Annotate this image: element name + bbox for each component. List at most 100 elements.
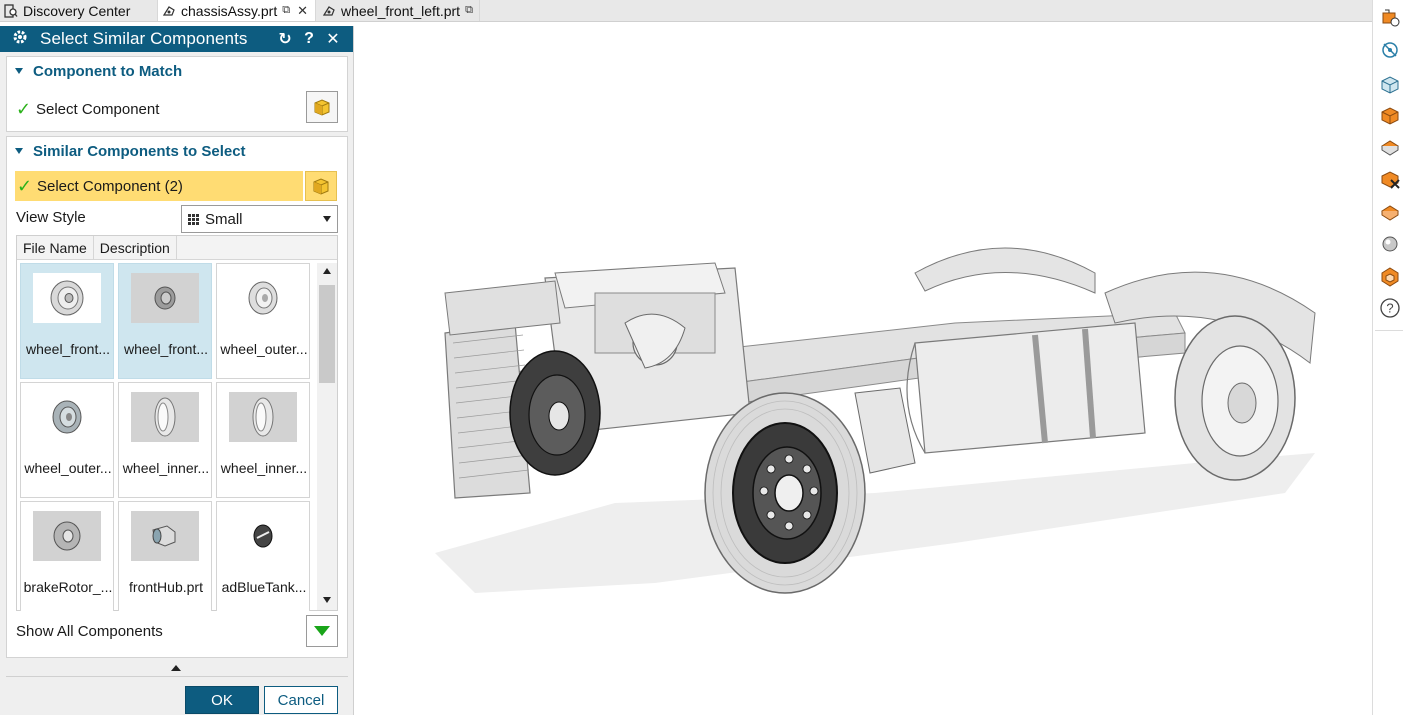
assembly-navigator-icon[interactable] (1378, 6, 1402, 30)
view-style-value: Small (205, 210, 243, 228)
select-component-label: Select Component (36, 100, 160, 118)
reset-icon[interactable]: ↻ (273, 29, 297, 49)
tab-label: chassisAssy.prt (181, 2, 278, 19)
scroll-down-arrow-icon[interactable] (323, 597, 331, 603)
select-component-active-row[interactable]: ✓ Select Component (2) (15, 171, 303, 201)
checkmark-icon: ✓ (16, 98, 32, 119)
column-file-name[interactable]: File Name (17, 236, 94, 259)
grid-view-icon (188, 213, 199, 225)
component-to-match-header[interactable]: Component to Match (7, 57, 347, 85)
component-cube-icon (314, 99, 330, 116)
constraint-navigator-icon[interactable] (1378, 38, 1402, 62)
hd3d-tools-icon[interactable] (1378, 135, 1402, 159)
select-component-row[interactable]: ✓ Select Component (16, 93, 316, 125)
component-thumbnail[interactable]: brakeRotor_... (20, 501, 114, 611)
component-thumbnail[interactable]: adBlueTank... (216, 501, 310, 611)
component-thumbnail[interactable]: wheel_outer... (20, 382, 114, 498)
component-preview-image (131, 273, 199, 323)
list-scrollbar[interactable] (317, 263, 337, 610)
tab-label: Discovery Center (23, 2, 131, 19)
component-preview-image (229, 273, 297, 323)
select-similar-component-button[interactable] (305, 171, 337, 201)
checkmark-icon: ✓ (17, 175, 33, 196)
reuse-library-icon[interactable] (1378, 103, 1402, 127)
tab-wheel-front-left[interactable]: wheel_front_left.prt ⧉ (316, 0, 480, 21)
component-file-name: wheel_outer... (24, 460, 112, 476)
select-component-button[interactable] (306, 91, 338, 123)
component-preview-image (131, 511, 199, 561)
system-materials-icon[interactable] (1378, 232, 1402, 256)
expand-triangle-icon (314, 626, 330, 636)
similar-components-group: Similar Components to Select ✓ Select Co… (6, 136, 348, 658)
column-description[interactable]: Description (94, 236, 177, 259)
chevron-down-icon (323, 216, 331, 222)
close-icon[interactable]: ✕ (321, 29, 345, 49)
component-file-name: brakeRotor_... (23, 579, 113, 595)
help-circle-icon[interactable]: ? (1378, 296, 1402, 320)
tab-label: wheel_front_left.prt (341, 2, 461, 19)
more-options-arrow-icon[interactable] (171, 665, 181, 671)
component-preview-image (33, 511, 101, 561)
dialog-title: Select Similar Components (40, 29, 248, 48)
show-all-components-button[interactable] (306, 615, 338, 647)
truck-chassis-model (435, 247, 1316, 594)
component-thumbnail[interactable]: wheel_inner... (118, 382, 212, 498)
component-file-name: adBlueTank... (221, 579, 307, 595)
component-file-name: wheel_outer... (220, 341, 308, 357)
view-style-label: View Style (16, 209, 86, 226)
resource-bar: ? (1372, 0, 1404, 715)
collapse-triangle-icon (15, 148, 23, 154)
component-preview-image (131, 392, 199, 442)
component-cube-icon (313, 178, 329, 195)
component-file-name: wheel_inner... (122, 460, 210, 476)
document-tab-bar: Discovery Center chassisAssy.prt ⧉ ✕ whe… (0, 0, 1372, 22)
scroll-up-arrow-icon[interactable] (323, 268, 331, 274)
role-icon[interactable] (1378, 167, 1402, 191)
gear-icon[interactable] (8, 29, 32, 50)
component-thumbnail[interactable]: frontHub.prt (118, 501, 212, 611)
view-style-dropdown[interactable]: Small (181, 205, 338, 233)
component-thumbnail[interactable]: wheel_front... (20, 263, 114, 379)
tab-discovery-center[interactable]: Discovery Center (0, 0, 158, 21)
collapse-triangle-icon (15, 68, 23, 74)
component-to-match-group: Component to Match ✓ Select Component (6, 56, 348, 132)
undock-icon[interactable]: ⧉ (282, 4, 290, 17)
similar-components-header[interactable]: Similar Components to Select (7, 137, 347, 165)
component-file-name: frontHub.prt (129, 579, 203, 595)
component-preview-image (229, 511, 297, 561)
ok-button[interactable]: OK (185, 686, 259, 714)
component-thumbnail[interactable]: wheel_outer... (216, 263, 310, 379)
scroll-thumb[interactable] (319, 285, 335, 383)
component-file-name: wheel_front... (25, 341, 111, 357)
dialog-divider (6, 676, 348, 677)
part-icon (322, 4, 336, 18)
component-preview-image (33, 392, 101, 442)
show-all-components-label: Show All Components (16, 623, 163, 640)
thumbnail-grid: wheel_front... wheel_front... wheel_outer.… (20, 263, 314, 611)
part-navigator-icon[interactable] (1378, 72, 1402, 96)
undock-icon[interactable]: ⧉ (465, 4, 473, 17)
component-preview-image (33, 273, 101, 323)
toolbar-divider (1375, 330, 1403, 331)
cancel-button[interactable]: Cancel (264, 686, 338, 714)
dialog-header: Select Similar Components ↻ ? ✕ (0, 26, 353, 52)
part-icon (162, 4, 176, 18)
group-heading: Similar Components to Select (33, 142, 246, 160)
graphics-viewport[interactable] (355, 23, 1372, 715)
svg-text:?: ? (1386, 301, 1393, 316)
list-header: File Name Description (17, 236, 337, 260)
component-file-name: wheel_front... (123, 341, 209, 357)
component-thumbnail[interactable]: wheel_inner... (216, 382, 310, 498)
help-icon[interactable]: ? (297, 30, 321, 48)
select-component-label: Select Component (2) (37, 177, 183, 195)
process-studio-icon[interactable] (1378, 265, 1402, 289)
close-tab-icon[interactable]: ✕ (297, 3, 308, 19)
components-list: File Name Description wheel_front... whee… (16, 235, 338, 611)
discovery-center-icon (4, 3, 18, 18)
select-similar-components-dialog: Select Similar Components ↻ ? ✕ Componen… (0, 26, 354, 715)
component-thumbnail[interactable]: wheel_front... (118, 263, 212, 379)
component-preview-image (229, 392, 297, 442)
group-heading: Component to Match (33, 62, 183, 80)
tab-chassisassy[interactable]: chassisAssy.prt ⧉ ✕ (158, 0, 316, 21)
history-icon[interactable] (1378, 200, 1402, 224)
